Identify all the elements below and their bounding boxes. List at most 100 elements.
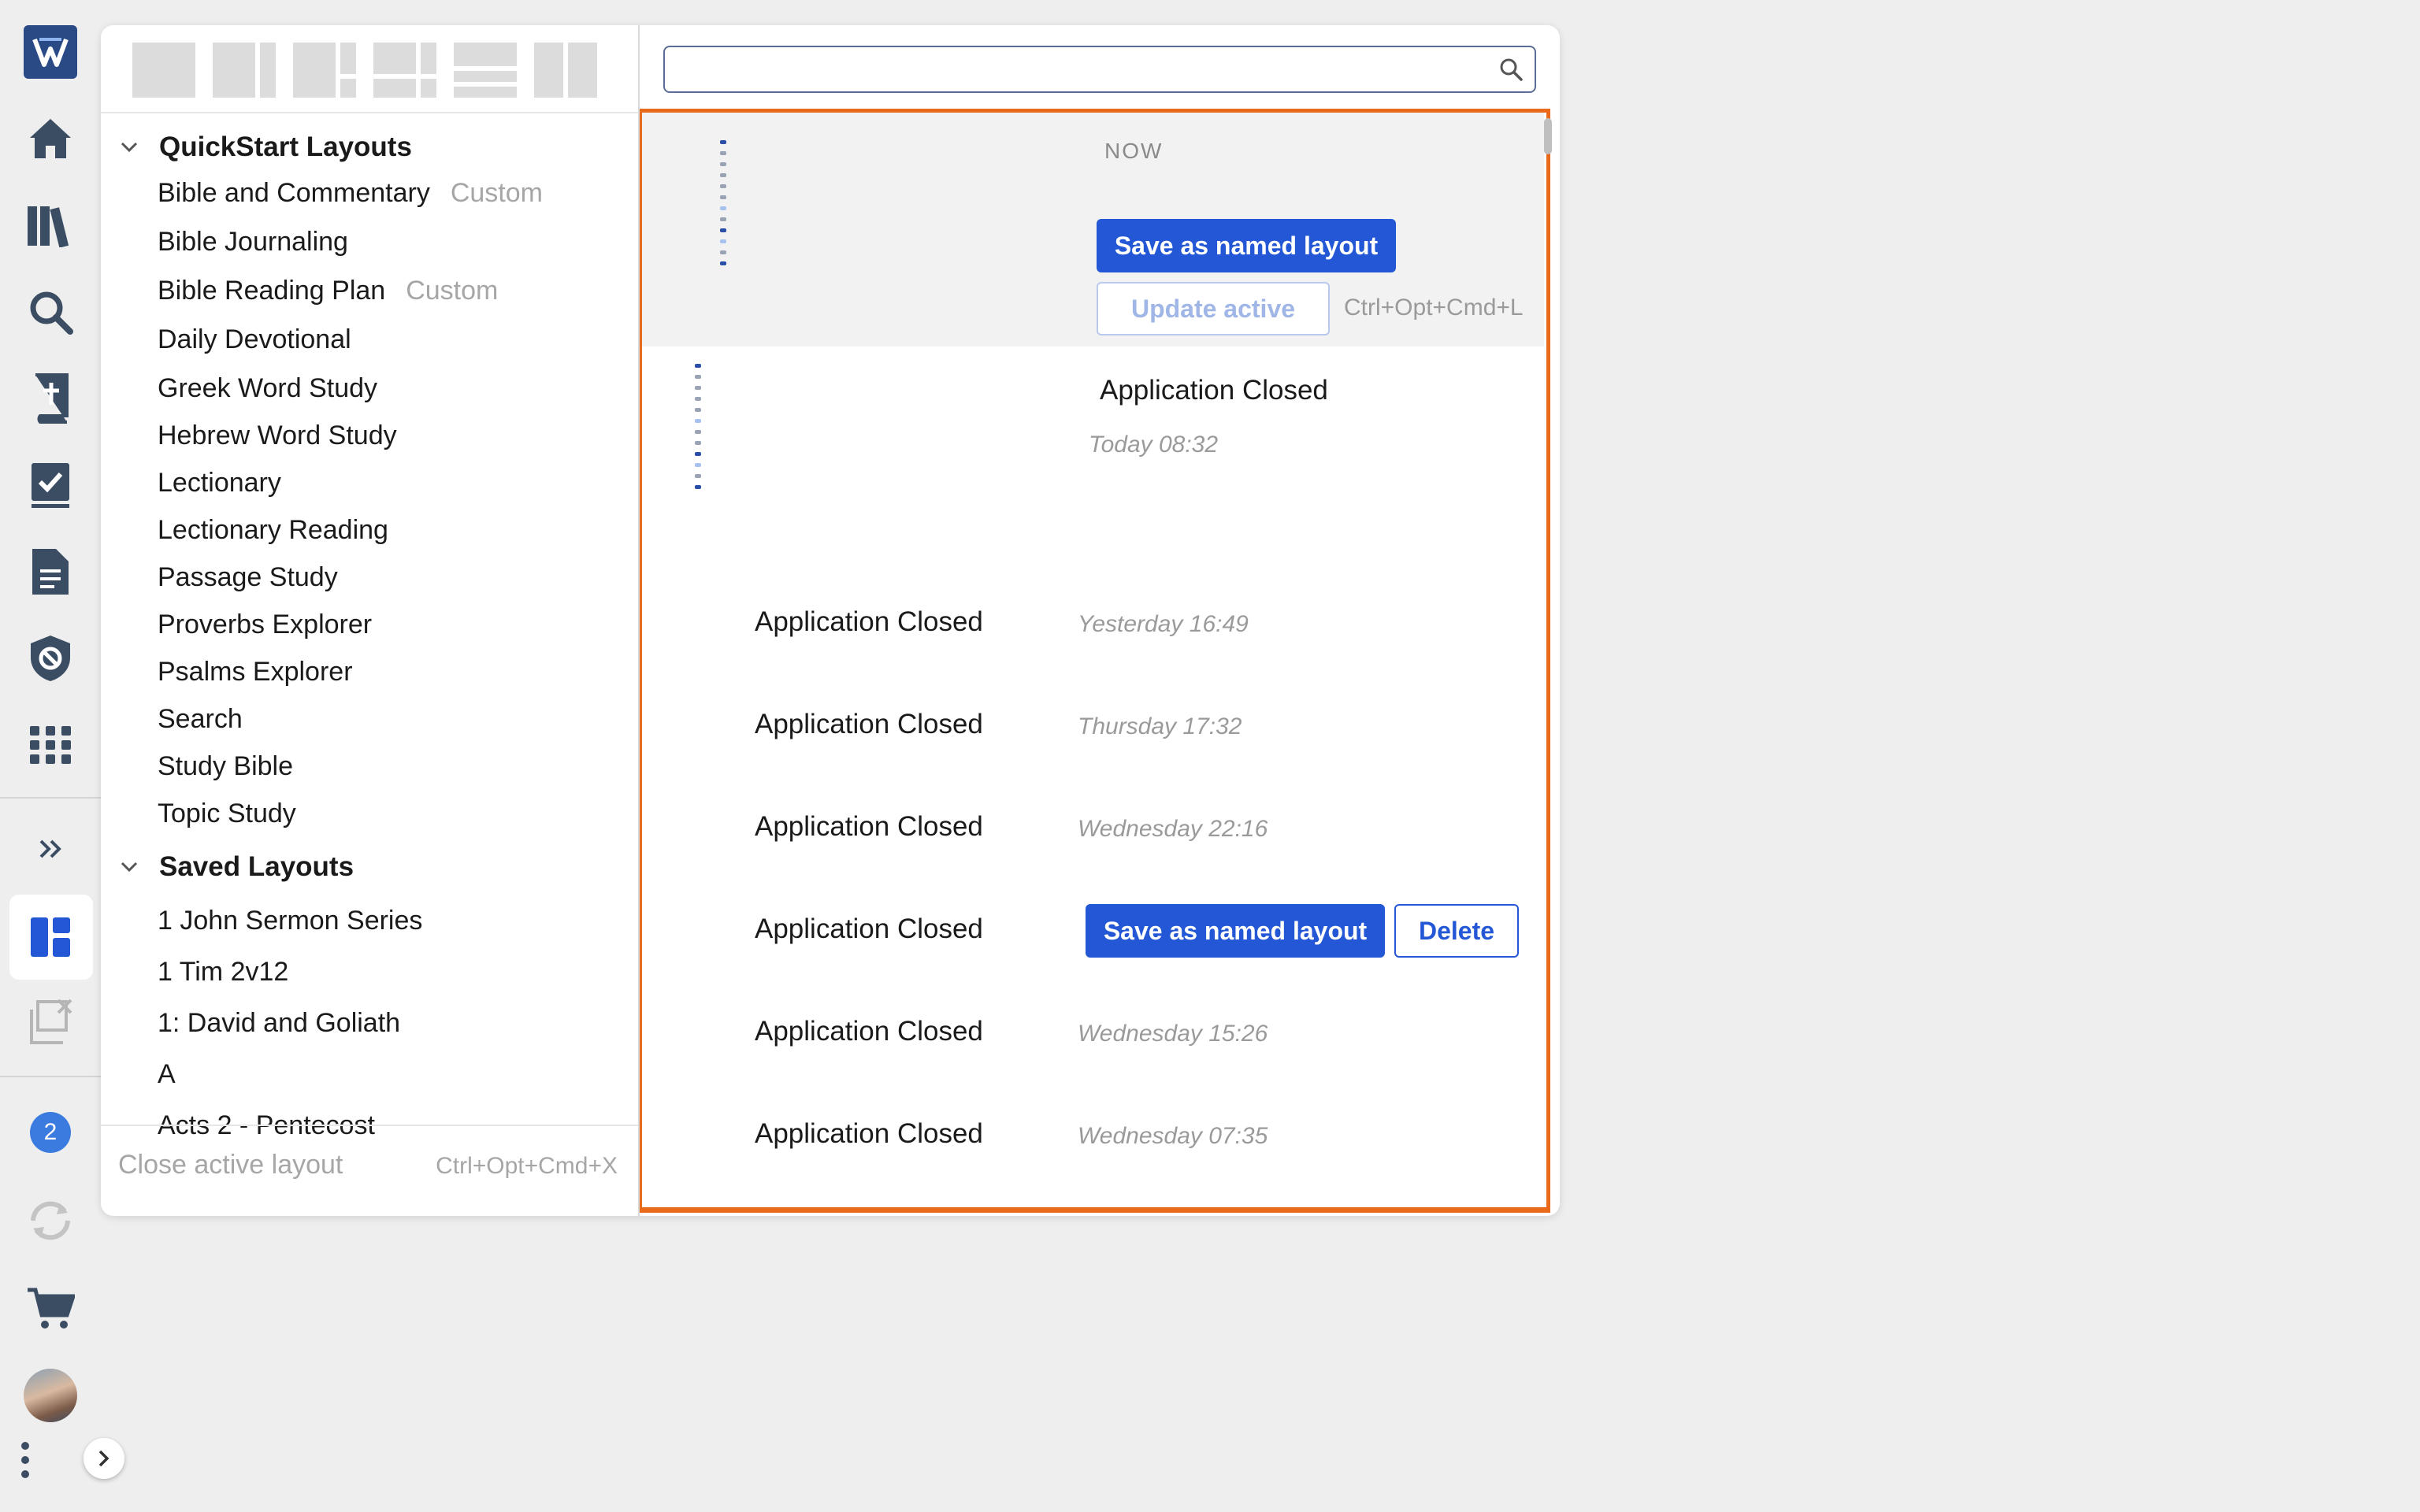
- layout-thumbnail: [693, 364, 704, 496]
- layout-item-label: Greek Word Study: [158, 372, 378, 403]
- expand-rail-button[interactable]: [84, 1438, 124, 1479]
- group-quickstart-layouts[interactable]: QuickStart Layouts: [115, 128, 412, 167]
- layout-item-label: Search: [158, 703, 243, 734]
- quickstart-layout-item[interactable]: Study Bible: [158, 747, 293, 786]
- expand-panels-icon[interactable]: [0, 811, 101, 887]
- apps-grid-icon[interactable]: [0, 707, 101, 783]
- history-time: Today 08:32: [1089, 432, 1219, 458]
- layout-item-label: Bible Reading Plan: [158, 275, 386, 306]
- tasks-icon[interactable]: [0, 447, 101, 523]
- quickstart-layout-item[interactable]: Lectionary Reading: [158, 510, 388, 550]
- home-icon[interactable]: [0, 101, 101, 176]
- cart-icon[interactable]: [0, 1271, 101, 1347]
- scrollbar[interactable]: [1544, 118, 1552, 154]
- history-title: Application Closed: [1100, 375, 1328, 406]
- library-icon[interactable]: [0, 187, 101, 263]
- layouts-icon[interactable]: [0, 899, 101, 975]
- delete-button[interactable]: Delete: [1394, 904, 1519, 958]
- layout-item-label: Bible and Commentary: [158, 177, 430, 208]
- history-time: Yesterday 16:49: [1078, 611, 1249, 637]
- layout-item-label: Lectionary: [158, 467, 281, 498]
- history-title: Application Closed: [755, 1016, 983, 1047]
- saved-layout-item[interactable]: 1 Tim 2v12: [158, 952, 288, 991]
- more-options-icon[interactable]: [0, 1422, 50, 1498]
- layout-item-label: A: [158, 1058, 176, 1089]
- history-row[interactable]: Application Closed Thursday 17:32: [640, 677, 1544, 780]
- layout-presets-toolbar: [132, 43, 597, 98]
- history-title: Application Closed: [755, 1118, 983, 1149]
- stacked-layout-icon[interactable]: [454, 43, 517, 98]
- quickstart-layout-item[interactable]: Topic Study: [158, 794, 296, 833]
- layout-item-label: Bible Journaling: [158, 226, 348, 257]
- side-by-side-layout-icon[interactable]: [534, 43, 597, 98]
- history-time: Thursday 17:32: [1078, 713, 1242, 739]
- single-pane-layout-icon[interactable]: [132, 43, 195, 98]
- search-icon[interactable]: [0, 274, 101, 350]
- saved-layout-item[interactable]: 1: David and Goliath: [158, 1003, 400, 1043]
- history-row[interactable]: Application Closed Yesterday 16:49: [640, 575, 1544, 677]
- layout-item-label: Passage Study: [158, 561, 338, 592]
- layout-item-label: 1: David and Goliath: [158, 1007, 401, 1038]
- layout-item-label: Daily Devotional: [158, 324, 351, 354]
- tools-icon[interactable]: [0, 621, 101, 696]
- logos-logo-icon[interactable]: [0, 14, 101, 90]
- layout-thumbnail: [718, 140, 729, 272]
- app-rail: 2: [0, 0, 124, 1512]
- history-title: Application Closed: [755, 811, 983, 842]
- layout-item-label: 1 Tim 2v12: [158, 956, 289, 987]
- close-active-layout-button[interactable]: Close active layout: [118, 1150, 343, 1180]
- history-row[interactable]: Application Closed Wednesday 15:26: [640, 984, 1544, 1087]
- layout-item-label: 1 John Sermon Series: [158, 905, 423, 936]
- layout-item-label: Proverbs Explorer: [158, 609, 373, 639]
- history-row[interactable]: Application Closed Wednesday 22:16: [640, 780, 1544, 882]
- group-saved-layouts[interactable]: Saved Layouts: [115, 847, 354, 887]
- notifications-badge[interactable]: 2: [0, 1095, 101, 1170]
- saved-layout-item[interactable]: 1 John Sermon Series: [158, 901, 422, 940]
- custom-tag: Custom: [406, 275, 499, 306]
- history-title: Application Closed: [755, 606, 983, 637]
- history-time: Wednesday 07:35: [1078, 1123, 1268, 1149]
- two-column-layout-icon[interactable]: [213, 43, 276, 98]
- quickstart-layout-item[interactable]: Daily Devotional: [158, 320, 351, 359]
- layout-history-pane: NOW Save as named layout Update active C…: [640, 25, 1560, 1216]
- layout-search-input[interactable]: [663, 46, 1536, 93]
- save-as-named-layout-button[interactable]: Save as named layout: [1086, 904, 1385, 958]
- layout-item-label: Lectionary Reading: [158, 514, 388, 545]
- history-title: Application Closed: [755, 709, 983, 739]
- saved-layout-item[interactable]: A: [158, 1054, 176, 1094]
- custom-tag: Custom: [450, 177, 543, 208]
- update-active-button[interactable]: Update active: [1097, 282, 1330, 335]
- history-row-featured[interactable]: Application Closed Today 08:32: [640, 346, 1544, 575]
- quickstart-layout-item[interactable]: Bible Reading Plan Custom: [158, 271, 498, 310]
- current-layout-row: NOW Save as named layout Update active C…: [640, 109, 1544, 346]
- chevron-right-icon: [98, 1450, 109, 1467]
- bible-icon[interactable]: [0, 361, 101, 436]
- quickstart-layout-item[interactable]: Lectionary: [158, 463, 281, 502]
- chevron-down-icon: [115, 853, 143, 881]
- chevron-down-icon: [115, 133, 143, 161]
- layout-item-label: Topic Study: [158, 798, 296, 828]
- three-split-layout-icon[interactable]: [293, 43, 356, 98]
- quickstart-layout-item[interactable]: Bible Journaling: [158, 222, 348, 261]
- layout-history-list: NOW Save as named layout Update active C…: [640, 109, 1550, 1216]
- history-title: Application Closed: [755, 914, 983, 944]
- quickstart-layout-item[interactable]: Greek Word Study: [158, 369, 377, 408]
- quickstart-layout-item[interactable]: Hebrew Word Study: [158, 416, 397, 455]
- quickstart-layout-item[interactable]: Bible and Commentary Custom: [158, 173, 543, 213]
- quad-layout-icon[interactable]: [373, 43, 436, 98]
- close-windows-icon[interactable]: [0, 984, 101, 1060]
- history-row[interactable]: Application Closed Save as named layout De…: [640, 882, 1544, 984]
- layout-item-label: Study Bible: [158, 750, 293, 781]
- layout-item-label: Psalms Explorer: [158, 656, 353, 687]
- layouts-tree: QuickStart Layouts Bible and Commentary C…: [101, 113, 638, 1150]
- quickstart-layout-item[interactable]: Passage Study: [158, 558, 338, 597]
- save-as-named-layout-button[interactable]: Save as named layout: [1097, 219, 1396, 272]
- layouts-list-pane: QuickStart Layouts Bible and Commentary C…: [101, 25, 640, 1216]
- quickstart-layout-item[interactable]: Search: [158, 699, 243, 739]
- sync-icon[interactable]: [0, 1183, 101, 1258]
- documents-icon[interactable]: [0, 534, 101, 610]
- history-row[interactable]: Application Closed Wednesday 07:35: [640, 1087, 1544, 1189]
- now-label: NOW: [1104, 139, 1164, 163]
- quickstart-layout-item[interactable]: Psalms Explorer: [158, 652, 353, 691]
- quickstart-layout-item[interactable]: Proverbs Explorer: [158, 605, 372, 644]
